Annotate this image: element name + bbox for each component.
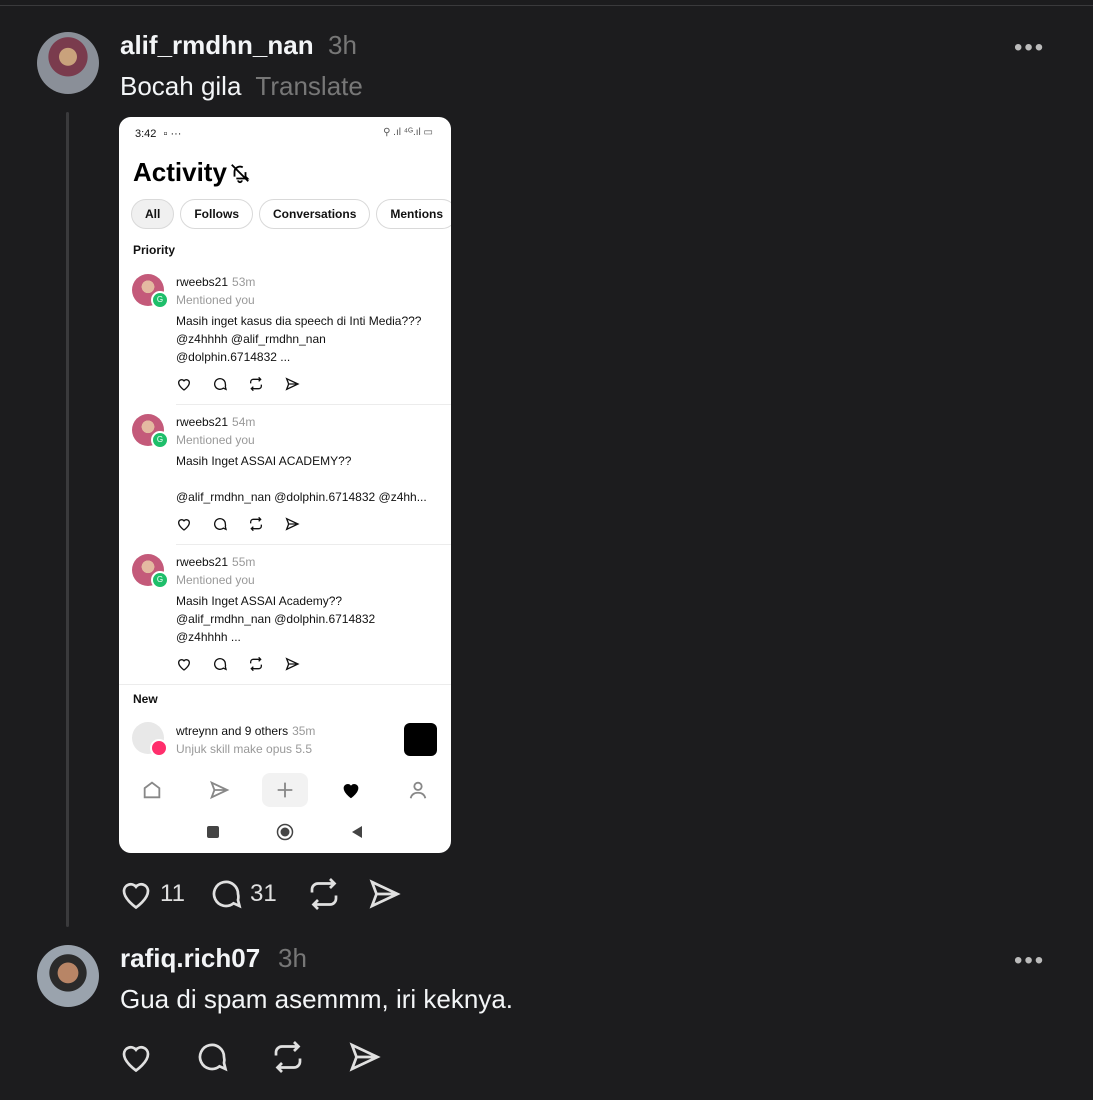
comment-icon bbox=[198, 1043, 228, 1072]
reply-button[interactable] bbox=[194, 1039, 230, 1075]
post-actions bbox=[118, 1039, 402, 1075]
heart-icon bbox=[122, 1045, 150, 1073]
share-button[interactable] bbox=[346, 1039, 382, 1075]
post-2: rafiq.rich07 3h ••• Gua di spam asemmm, … bbox=[0, 0, 1093, 1100]
like-button[interactable] bbox=[118, 1039, 154, 1075]
repost-button[interactable] bbox=[270, 1039, 306, 1075]
repost-icon bbox=[274, 1041, 302, 1073]
post-text: Gua di spam asemmm, iri keknya. bbox=[120, 984, 514, 1014]
share-icon bbox=[349, 1042, 381, 1072]
avatar[interactable] bbox=[37, 945, 99, 1007]
username[interactable]: rafiq.rich07 bbox=[120, 943, 260, 974]
post-time: 3h bbox=[278, 943, 307, 973]
more-options-button[interactable]: ••• bbox=[1014, 947, 1045, 975]
